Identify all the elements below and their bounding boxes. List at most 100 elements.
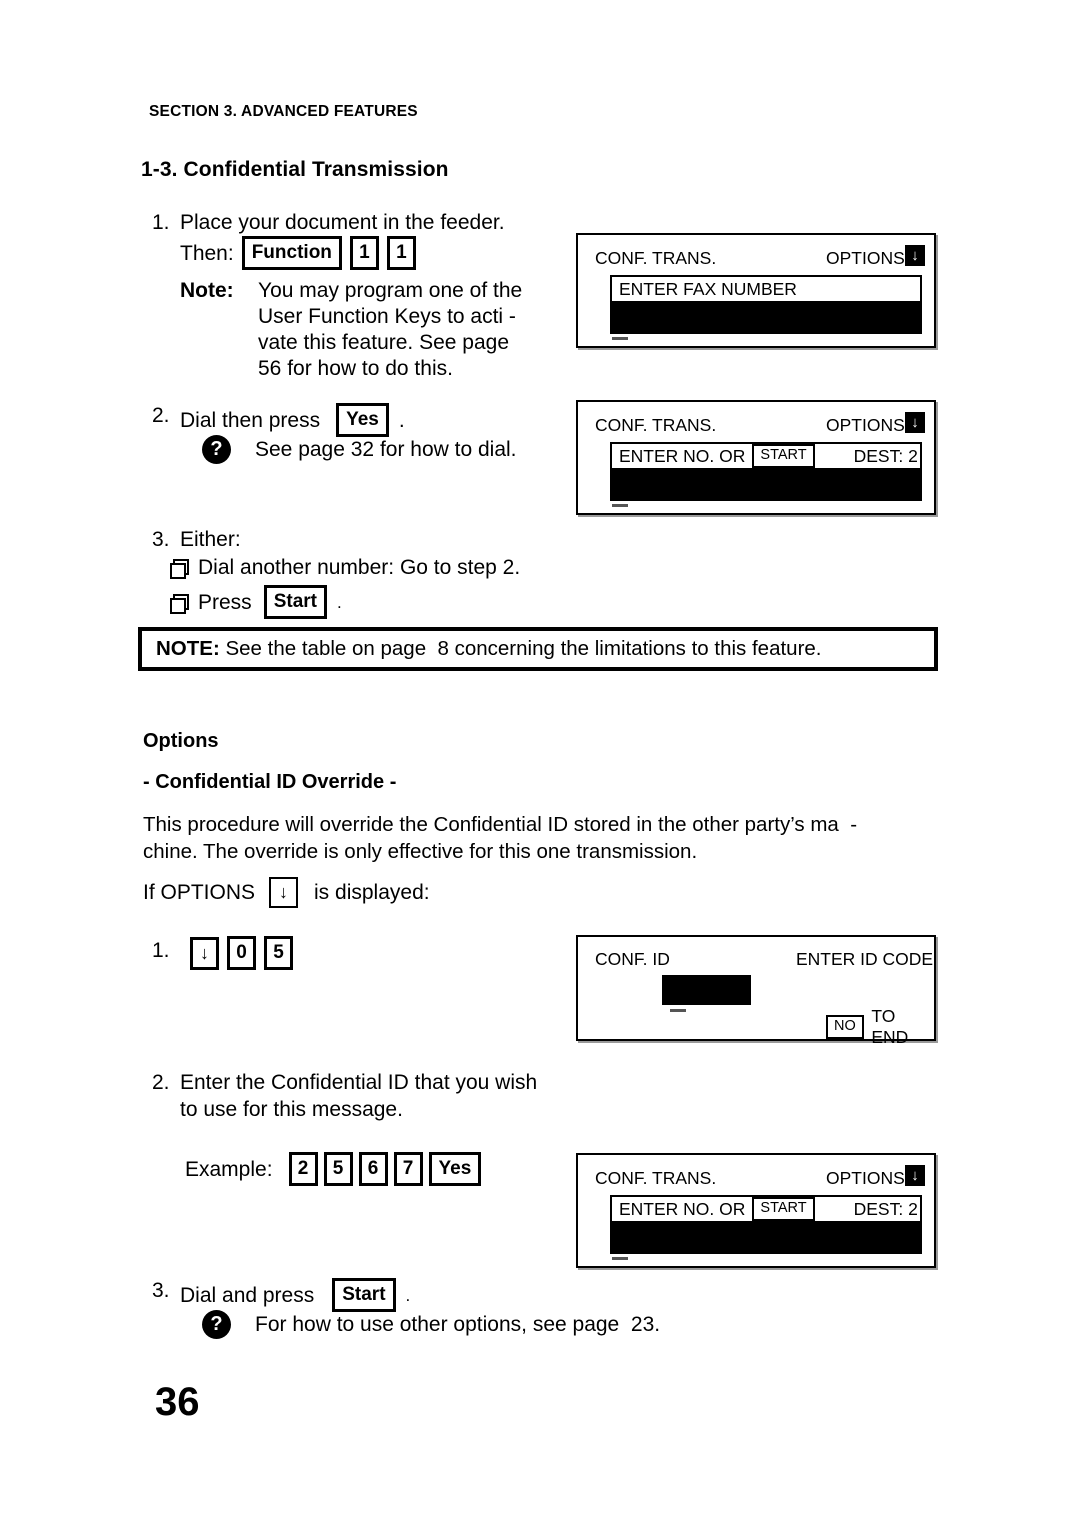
- square-bullet-icon: [170, 593, 189, 614]
- page-title: 1-3. Confidential Transmission: [141, 158, 449, 181]
- lcd-2-cursor: [612, 504, 628, 507]
- note-callout-text: See the table on page 8 concerning the l…: [219, 637, 822, 660]
- question-icon: ?: [202, 1310, 231, 1339]
- key-digit-1b[interactable]: 1: [386, 236, 416, 270]
- key-digit-6[interactable]: 6: [358, 1152, 388, 1186]
- then-label: Then:: [180, 241, 234, 265]
- step-2-text: Dial then press: [180, 408, 321, 432]
- lcd-2-field: ENTER NO. OR START DEST: 2: [610, 442, 922, 470]
- step-3-text: Either:: [180, 528, 241, 551]
- options-step-2-line-1: Enter the Confidential ID that you wish: [180, 1071, 538, 1094]
- key-digit-5[interactable]: 5: [264, 936, 293, 970]
- lcd-3-to-end-label: TO END: [871, 1006, 909, 1047]
- lcd-4-start-key[interactable]: START: [752, 1197, 815, 1221]
- down-arrow-icon[interactable]: ↓: [905, 412, 925, 433]
- lcd-3-right-label: ENTER ID CODE: [796, 949, 934, 969]
- step-1-note-line-3: vate this feature. See page: [258, 331, 510, 354]
- lcd-4-title: CONF. TRANS.: [595, 1168, 717, 1188]
- example-label: Example:: [185, 1157, 273, 1181]
- step-3-bullet-1-text: Dial another number: Go to step 2.: [198, 556, 521, 579]
- step-2-number: 2.: [152, 404, 170, 427]
- step-1-note-label: Note:: [180, 279, 234, 302]
- options-paragraph-line-2: chine. The override is only effective fo…: [143, 840, 698, 863]
- lcd-2-title: CONF. TRANS.: [595, 415, 717, 435]
- lcd-3-no-key[interactable]: NO: [826, 1015, 864, 1039]
- options-paragraph-line-1: This procedure will override the Confide…: [143, 813, 858, 836]
- lcd-1-cursor: [612, 337, 628, 340]
- options-condition-text-after: is displayed:: [314, 881, 430, 904]
- lcd-1-black-bar: [610, 303, 922, 334]
- lcd-2-options-label: OPTIONS: [826, 415, 905, 435]
- page-number: 36: [155, 1380, 200, 1424]
- step-1-note-line-2: User Function Keys to acti -: [258, 305, 516, 328]
- lcd-display-2: CONF. TRANS. OPTIONS ↓ ENTER NO. OR STAR…: [576, 400, 936, 515]
- down-arrow-icon[interactable]: ↓: [905, 245, 925, 266]
- lcd-display-1: CONF. TRANS. OPTIONS ↓ ENTER FAX NUMBER: [576, 233, 936, 348]
- key-options-down-arrow[interactable]: ↓: [269, 877, 299, 908]
- step-3-bullet-2: Press Start .: [170, 585, 342, 619]
- options-step-3-period: .: [405, 1285, 411, 1305]
- lcd-3-no-to-end: NO TO END: [826, 1006, 934, 1048]
- lcd-4-cursor: [612, 1257, 628, 1260]
- lcd-2-black-bar: [610, 470, 922, 501]
- step-3-bullet-2-period: .: [336, 592, 342, 612]
- options-step-3-number: 3.: [152, 1279, 170, 1302]
- lcd-1-field: ENTER FAX NUMBER: [610, 275, 922, 303]
- running-header: SECTION 3. ADVANCED FEATURES: [149, 103, 418, 120]
- note-callout: NOTE: See the table on page 8 concerning…: [138, 627, 938, 671]
- key-start-1[interactable]: Start: [263, 585, 327, 619]
- lcd-1-field-text: ENTER FAX NUMBER: [619, 278, 797, 299]
- key-digit-2[interactable]: 2: [288, 1152, 318, 1186]
- options-step-3-hint: ? For how to use other options, see page…: [202, 1310, 660, 1339]
- options-step-2-number: 2.: [152, 1071, 170, 1094]
- lcd-1-title: CONF. TRANS.: [595, 248, 717, 268]
- step-1-text: Place your document in the feeder.: [180, 211, 505, 234]
- step-2-hint-text: See page 32 for how to dial.: [255, 438, 517, 461]
- key-function[interactable]: Function: [241, 236, 342, 270]
- key-start-2[interactable]: Start: [332, 1278, 396, 1312]
- options-step-1-number: 1.: [152, 939, 170, 962]
- options-step-1-keysequence: ↓ 0 5: [190, 936, 293, 970]
- key-digit-7[interactable]: 7: [393, 1152, 423, 1186]
- options-step-3-text: Dial and press: [180, 1283, 315, 1307]
- options-step-3-keysequence: Dial and press Start .: [180, 1278, 410, 1312]
- lcd-3-black-bar: [662, 975, 751, 1005]
- key-down-arrow[interactable]: ↓: [190, 936, 219, 970]
- step-2-keysequence: Dial then press Yes .: [180, 403, 405, 437]
- lcd-2-start-key[interactable]: START: [752, 444, 815, 468]
- key-yes-2[interactable]: Yes: [428, 1152, 482, 1186]
- options-step-2-line-2: to use for this message.: [180, 1098, 403, 1121]
- lcd-4-black-bar: [610, 1223, 922, 1254]
- options-step-3-hint-text: For how to use other options, see page 2…: [255, 1313, 661, 1336]
- lcd-2-dest-count: DEST: 2: [853, 445, 918, 466]
- options-heading: Options: [143, 730, 219, 752]
- step-2-period: .: [398, 408, 405, 432]
- key-digit-5b[interactable]: 5: [323, 1152, 353, 1186]
- key-yes[interactable]: Yes: [336, 403, 389, 437]
- step-1-note-line-4: 56 for how to do this.: [258, 357, 453, 380]
- step-3-number: 3.: [152, 528, 170, 551]
- key-digit-0[interactable]: 0: [227, 936, 256, 970]
- question-icon: ?: [202, 435, 231, 464]
- lcd-3-title: CONF. ID: [595, 949, 670, 969]
- step-2-hint: ? See page 32 for how to dial.: [202, 435, 517, 464]
- lcd-display-3: CONF. ID ENTER ID CODE NO TO END: [576, 935, 936, 1047]
- options-condition-text-before: If OPTIONS: [143, 881, 256, 904]
- manual-page: SECTION 3. ADVANCED FEATURES 1-3. Confid…: [0, 0, 1080, 1528]
- down-arrow-icon[interactable]: ↓: [905, 1165, 925, 1186]
- step-3-bullet-1: Dial another number: Go to step 2.: [170, 555, 520, 580]
- lcd-1-options-label: OPTIONS: [826, 248, 905, 268]
- key-digit-1a[interactable]: 1: [349, 236, 379, 270]
- lcd-4-field: ENTER NO. OR START DEST: 2: [610, 1195, 922, 1223]
- options-condition: If OPTIONS ↓ is displayed:: [143, 877, 430, 908]
- lcd-4-dest-count: DEST: 2: [853, 1198, 918, 1219]
- step-1-number: 1.: [152, 211, 170, 234]
- lcd-2-field-text: ENTER NO. OR: [619, 445, 746, 466]
- lcd-4-options-label: OPTIONS: [826, 1168, 905, 1188]
- square-bullet-icon: [170, 559, 189, 579]
- lcd-4-field-text: ENTER NO. OR: [619, 1198, 746, 1219]
- options-step-2-example: Example: 2 5 6 7 Yes: [185, 1152, 482, 1186]
- step-1-keysequence: Then: Function 1 1: [180, 236, 416, 270]
- options-subheading: - Confidential ID Override -: [143, 771, 397, 793]
- step-3-bullet-2-text: Press: [198, 590, 252, 614]
